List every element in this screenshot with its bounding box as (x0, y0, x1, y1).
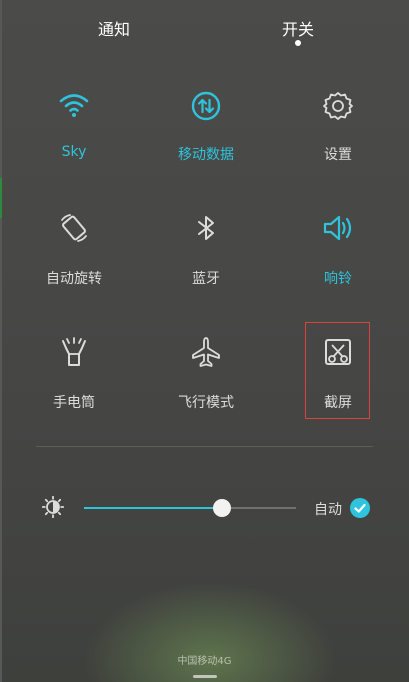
auto-rotate-icon (61, 214, 87, 242)
bluetooth-icon (198, 216, 214, 240)
flashlight-icon (62, 337, 86, 366)
left-edge-accent (0, 178, 2, 218)
tile-settings[interactable]: 设置 (278, 86, 398, 186)
airplane-icon (192, 337, 220, 367)
brightness-slider[interactable] (84, 499, 296, 517)
mobile-data-icon (191, 91, 221, 121)
tile-mobile-data-label: 移动数据 (178, 147, 234, 163)
tab-selected-indicator (295, 40, 301, 46)
screenshot-highlight-box (305, 322, 370, 419)
tile-bluetooth-label: 蓝牙 (192, 271, 220, 287)
tile-airplane-mode-label: 飞行模式 (178, 395, 234, 411)
tile-ringer-label: 响铃 (324, 271, 352, 287)
tile-bluetooth[interactable]: 蓝牙 (146, 210, 266, 310)
bottom-handle[interactable] (193, 675, 217, 678)
wifi-icon (59, 94, 89, 117)
divider (36, 446, 373, 447)
left-edge (0, 0, 2, 682)
tile-flashlight[interactable]: 手电筒 (14, 334, 134, 434)
gear-icon (323, 92, 353, 120)
tile-ringer[interactable]: 响铃 (278, 210, 398, 310)
tile-wifi[interactable]: Sky (14, 86, 134, 186)
speaker-icon (323, 215, 352, 241)
brightness-icon (42, 496, 64, 518)
brightness-slider-thumb[interactable] (212, 499, 231, 517)
tile-wifi-label: Sky (61, 144, 87, 160)
auto-brightness-checkbox[interactable] (350, 498, 370, 518)
check-icon (354, 503, 366, 513)
brightness-slider-fill (84, 507, 222, 509)
tab-toggles[interactable]: 开关 (248, 16, 348, 40)
auto-brightness-label: 自动 (314, 502, 342, 518)
tile-mobile-data[interactable]: 移动数据 (146, 86, 266, 186)
carrier-label: 中国移动4G (177, 656, 232, 667)
tile-settings-label: 设置 (324, 147, 352, 163)
tile-airplane-mode[interactable]: 飞行模式 (146, 334, 266, 434)
tile-auto-rotate-label: 自动旋转 (46, 271, 102, 287)
tile-flashlight-label: 手电筒 (53, 395, 95, 411)
tile-auto-rotate[interactable]: 自动旋转 (14, 210, 134, 310)
tab-notifications[interactable]: 通知 (64, 16, 164, 40)
